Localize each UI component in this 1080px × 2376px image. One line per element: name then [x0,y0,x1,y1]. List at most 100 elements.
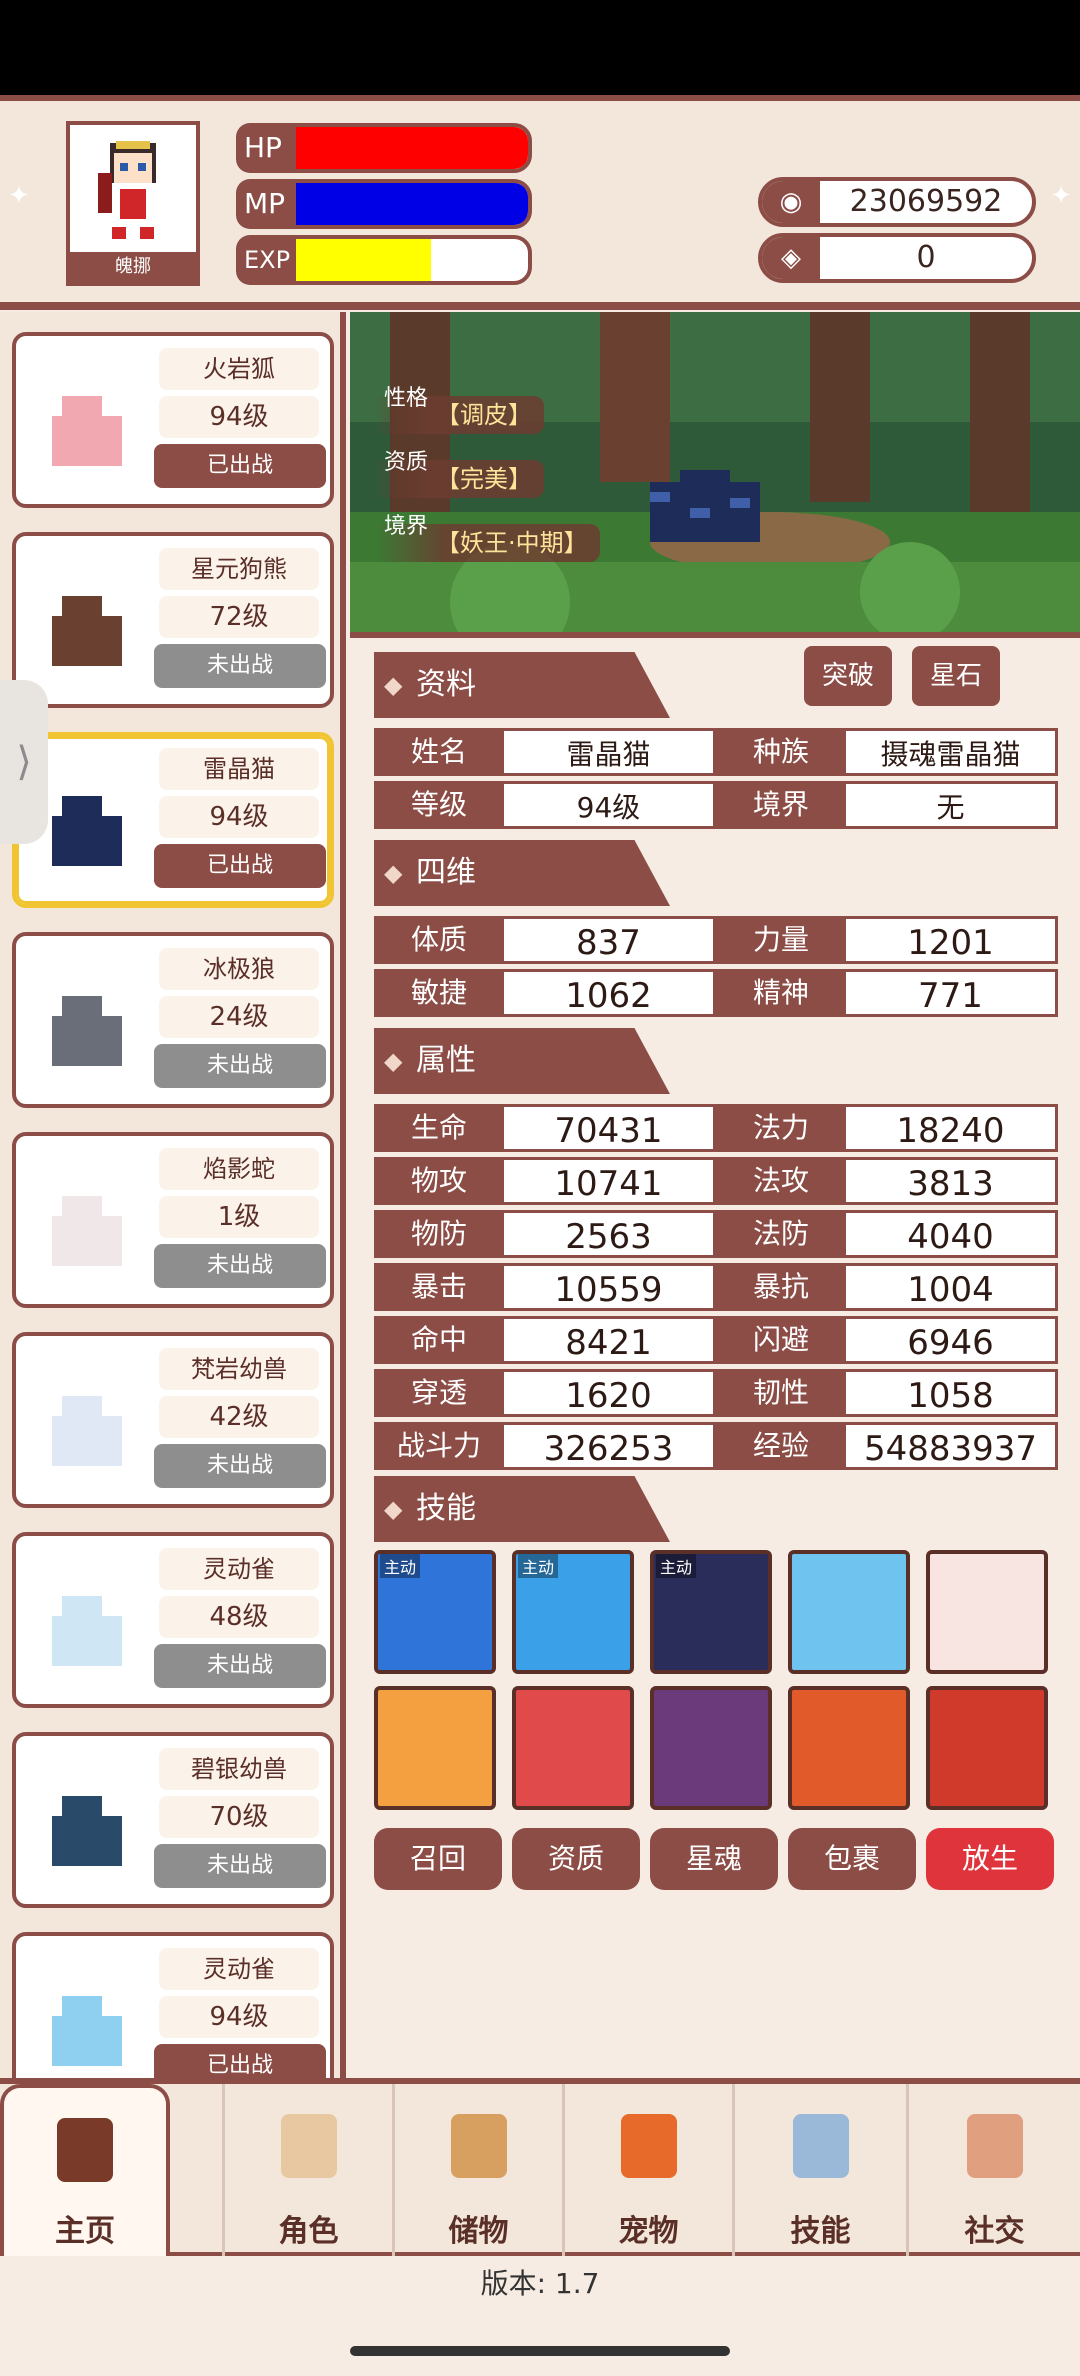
pet-status-button[interactable]: 未出战 [154,1244,326,1288]
side-expand-tab[interactable]: ⟩ [0,680,48,844]
section-info-title: ◆ 资料 [374,652,670,718]
pet-card[interactable]: 梵岩幼兽 42级 未出战 [12,1332,334,1508]
pet-status-button[interactable]: 已出战 [154,2044,326,2080]
hp-label: HP [236,123,298,173]
stat-value: 1058 [846,1369,1058,1417]
stat-value: 2563 [504,1210,716,1258]
gem-icon: ◈ [762,237,820,279]
stat-value: 1004 [846,1263,1058,1311]
avatar[interactable]: 魄挪 [66,121,200,286]
stat-value: 18240 [846,1104,1058,1152]
breakthrough-button[interactable]: 突破 [804,646,892,706]
stat-value: 326253 [504,1422,716,1470]
pet-name: 梵岩幼兽 [159,1348,319,1390]
action-button[interactable]: 星魂 [650,1828,778,1890]
section-mark-icon: ◆ [384,859,403,887]
gem-counter[interactable]: ◈ 0 [758,233,1036,283]
stat-value: 6946 [846,1316,1058,1364]
pet-status-button[interactable]: 未出战 [154,644,326,688]
action-button[interactable]: 召回 [374,1828,502,1890]
stat-row: 穿透 1620 韧性 1058 [374,1369,1058,1417]
avatar-image [98,141,156,239]
pet-card[interactable]: 碧银幼兽 70级 未出战 [12,1732,334,1908]
stat-row: 生命 70431 法力 18240 [374,1104,1058,1152]
pet-status-button[interactable]: 未出战 [154,1044,326,1088]
pet-status-button[interactable]: 未出战 [154,1844,326,1888]
pet-image [52,396,122,466]
trait-tag: 性格 【调皮】 [376,388,544,434]
section-info-label: 资料 [416,667,476,702]
stat-key: 暴抗 [716,1263,846,1311]
pet-image [52,1796,122,1866]
character-icon [280,2114,337,2178]
skill-slot[interactable] [512,1686,634,1810]
pet-list[interactable]: 火岩狐 94级 已出战 星元狗熊 72级 未出战 雷晶猫 94级 已出战 冰极狼 24级 未出战 焰影蛇… [0,312,346,2080]
action-button[interactable]: 资质 [512,1828,640,1890]
coin-counter[interactable]: ◉ 23069592 [758,177,1036,227]
pet-scene: 性格 【调皮】 资质 【完美】 境界 【妖王·中期】 [350,312,1080,638]
skill-slot[interactable]: 主动 [374,1550,496,1674]
stat-key: 闪避 [716,1316,846,1364]
stat-key: 经验 [716,1422,846,1470]
pet-status-button[interactable]: 已出战 [154,444,326,488]
nav-tab-3[interactable]: 宠物 [562,2084,732,2256]
pet-card[interactable]: 焰影蛇 1级 未出战 [12,1132,334,1308]
pet-card[interactable]: 火岩狐 94级 已出战 [12,332,334,508]
skill-slot[interactable] [650,1686,772,1810]
skill-slot[interactable] [788,1686,910,1810]
skill-slot[interactable] [374,1686,496,1810]
pet-status-button[interactable]: 未出战 [154,1444,326,1488]
stat-row: 战斗力 326253 经验 54883937 [374,1422,1058,1470]
player-name: 魄挪 [70,252,196,282]
skill-slot[interactable] [788,1550,910,1674]
pet-name: 冰极狼 [159,948,319,990]
coin-icon: ◉ [762,181,820,223]
nav-tab-1[interactable]: 角色 [222,2084,392,2256]
starstone-button[interactable]: 星石 [912,646,1000,706]
trait-tag: 境界 【妖王·中期】 [376,516,600,562]
pet-card[interactable]: 灵动雀 94级 已出战 [12,1932,334,2080]
stat-key: 体质 [374,916,504,964]
skill-slot[interactable]: 主动 [512,1550,634,1674]
action-button[interactable]: 包裹 [788,1828,916,1890]
nav-label: 储物 [448,2214,509,2249]
pet-status-button[interactable]: 未出战 [154,1644,326,1688]
pet-level: 70级 [159,1796,319,1838]
version-text: 版本: 1.7 [480,2267,600,2300]
stat-value: 771 [846,969,1058,1017]
pet-name: 火岩狐 [159,348,319,390]
nav-label: 角色 [278,2214,339,2249]
exp-track [292,235,532,285]
stat-row: 敏捷 1062 精神 771 [374,969,1058,1017]
stat-value: 94级 [504,781,716,829]
bottom-navigation: 主页 角色 储物 宠物 技能 社交 [0,2078,1080,2256]
pet-card[interactable]: 星元狗熊 72级 未出战 [12,532,334,708]
skill-slot[interactable] [926,1686,1048,1810]
nav-label: 宠物 [618,2214,679,2249]
stat-key: 物攻 [374,1157,504,1205]
nav-label: 社交 [964,2214,1025,2249]
skill-slot[interactable]: 主动 [650,1550,772,1674]
stat-key: 精神 [716,969,846,1017]
action-button[interactable]: 放生 [926,1828,1054,1890]
stat-key: 法力 [716,1104,846,1152]
stat-row: 体质 837 力量 1201 [374,916,1058,964]
nav-tab-4[interactable]: 技能 [732,2084,906,2256]
skill-slot[interactable] [926,1550,1048,1674]
section-skills-label: 技能 [416,1491,476,1526]
stat-value: 1620 [504,1369,716,1417]
section-attr-title: ◆ 属性 [374,1028,670,1094]
trait-value: 【调皮】 [436,401,532,429]
nav-tab-0[interactable]: 主页 [0,2084,170,2256]
home-indicator[interactable] [350,2346,730,2356]
nav-tab-5[interactable]: 社交 [906,2084,1080,2256]
pet-card[interactable]: 灵动雀 48级 未出战 [12,1532,334,1708]
pet-card[interactable]: 雷晶猫 94级 已出战 [12,732,334,908]
pet-card[interactable]: 冰极狼 24级 未出战 [12,932,334,1108]
pet-status-button[interactable]: 已出战 [154,844,326,888]
mp-label: MP [236,179,298,229]
trait-value: 【完美】 [436,465,532,493]
stat-value: 1062 [504,969,716,1017]
stat-row: 暴击 10559 暴抗 1004 [374,1263,1058,1311]
nav-tab-2[interactable]: 储物 [392,2084,562,2256]
